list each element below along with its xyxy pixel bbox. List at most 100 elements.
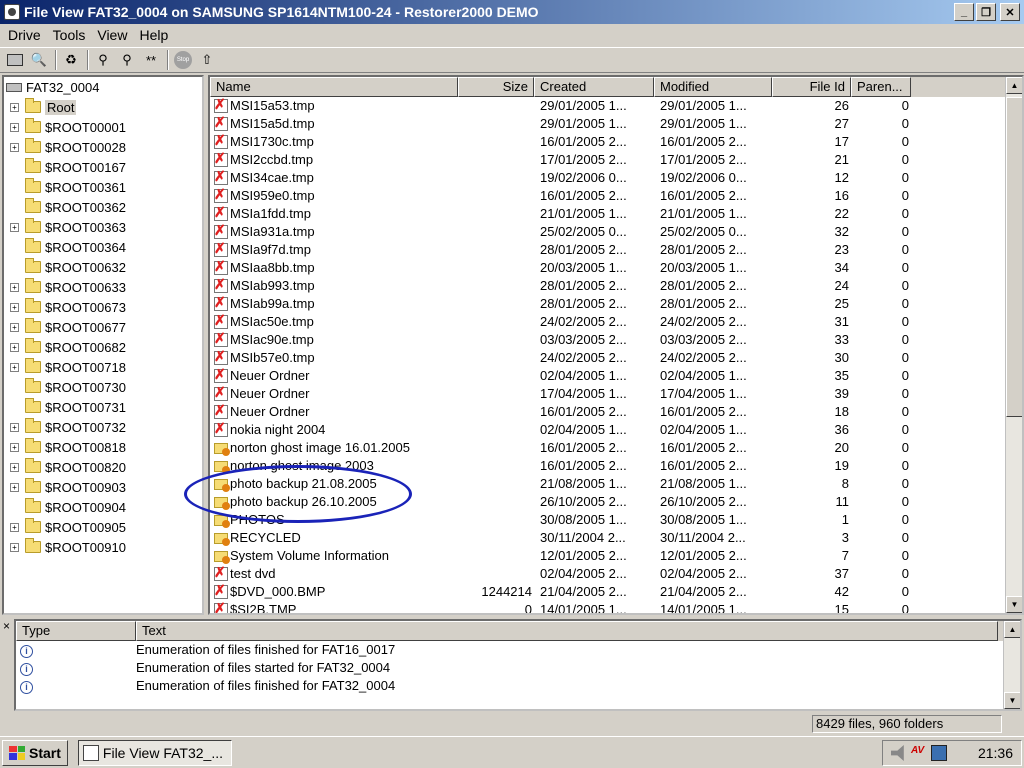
scroll-down-button[interactable]: ▼ <box>1006 596 1022 613</box>
table-row[interactable]: ✗ MSI34cae.tmp 19/02/2006 0... 19/02/2006 0… <box>210 169 1022 187</box>
table-row[interactable]: ✗ MSI15a5d.tmp 29/01/2005 1... 29/01/2005 1… <box>210 115 1022 133</box>
tree-item[interactable]: $ROOT00904 <box>4 497 202 517</box>
tree-item[interactable]: + $ROOT00718 <box>4 357 202 377</box>
table-row[interactable]: ✗ Neuer Ordner 17/04/2005 1... 17/04/2005 1… <box>210 385 1022 403</box>
table-row[interactable]: norton ghost image 16.01.2005 16/01/2005 … <box>210 439 1022 457</box>
table-row[interactable]: ✗ MSI959e0.tmp 16/01/2005 2... 16/01/2005 2… <box>210 187 1022 205</box>
file-list[interactable]: Name Size Created Modified File Id Paren… <box>208 75 1024 615</box>
table-row[interactable]: photo backup 26.10.2005 26/10/2005 2... 26… <box>210 493 1022 511</box>
taskbar-item-file-view[interactable]: File View FAT32_... <box>77 739 232 766</box>
log-scroll-down-button[interactable]: ▼ <box>1004 692 1020 709</box>
table-row[interactable]: ✗ nokia night 2004 02/04/2005 1... 02/04/20… <box>210 421 1022 439</box>
table-row[interactable]: ✗ MSIa931a.tmp 25/02/2005 0... 25/02/2005 0… <box>210 223 1022 241</box>
log-close-icon[interactable]: × <box>3 619 10 633</box>
expand-icon[interactable]: + <box>10 222 19 232</box>
tree-item[interactable]: + $ROOT00677 <box>4 317 202 337</box>
log-row[interactable]: i Enumeration of files finished for FAT32… <box>16 677 1020 695</box>
expand-icon[interactable]: + <box>10 542 19 552</box>
close-button[interactable]: ✕ <box>1000 3 1020 21</box>
scan-icon[interactable]: 🔍 <box>28 49 50 71</box>
start-button[interactable]: Start <box>2 739 68 766</box>
table-row[interactable]: ✗ Neuer Ordner 02/04/2005 1... 02/04/2005 1… <box>210 367 1022 385</box>
table-row[interactable]: ✗ MSIaa8bb.tmp 20/03/2005 1... 20/03/2005 1… <box>210 259 1022 277</box>
expand-icon[interactable]: + <box>10 482 19 492</box>
tree-item[interactable]: + Root <box>4 97 202 117</box>
table-row[interactable]: ✗ MSIa1fdd.tmp 21/01/2005 1... 21/01/2005 1… <box>210 205 1022 223</box>
maximize-button[interactable]: ❐ <box>976 3 996 21</box>
table-row[interactable]: ✗ MSIac50e.tmp 24/02/2005 2... 24/02/2005 2… <box>210 313 1022 331</box>
tree-item[interactable]: $ROOT00730 <box>4 377 202 397</box>
log-row[interactable]: i Enumeration of files started for FAT32_… <box>16 659 1020 677</box>
up-folder-icon[interactable]: ⇧ <box>196 49 218 71</box>
binoculars-icon[interactable]: ⚲ <box>92 49 114 71</box>
table-row[interactable]: ✗ MSIb57e0.tmp 24/02/2005 2... 24/02/2005 2… <box>210 349 1022 367</box>
table-row[interactable]: System Volume Information 12/01/2005 2...… <box>210 547 1022 565</box>
table-row[interactable]: photo backup 21.08.2005 21/08/2005 1... 21… <box>210 475 1022 493</box>
log-row[interactable]: i Enumeration of files finished for FAT16… <box>16 641 1020 659</box>
tree-item[interactable]: $ROOT00167 <box>4 157 202 177</box>
menu-drive[interactable]: Drive <box>2 27 47 43</box>
table-row[interactable]: ✗ MSIab99a.tmp 28/01/2005 2... 28/01/2005 2… <box>210 295 1022 313</box>
tree-item[interactable]: + $ROOT00363 <box>4 217 202 237</box>
tree-item[interactable]: + $ROOT00673 <box>4 297 202 317</box>
table-row[interactable]: RECYCLED 30/11/2004 2... 30/11/2004 2... 3 0 <box>210 529 1022 547</box>
tree-item[interactable]: $ROOT00731 <box>4 397 202 417</box>
scroll-thumb[interactable] <box>1006 97 1022 417</box>
table-row[interactable]: ✗ test dvd 02/04/2005 2... 02/04/2005 2... 3… <box>210 565 1022 583</box>
table-row[interactable]: ✗ MSIab993.tmp 28/01/2005 2... 28/01/2005 2… <box>210 277 1022 295</box>
log-scrollbar[interactable]: ▲ ▼ <box>1003 621 1020 709</box>
column-size[interactable]: Size <box>458 77 534 97</box>
tree-item[interactable]: $ROOT00364 <box>4 237 202 257</box>
tree-item[interactable]: + $ROOT00820 <box>4 457 202 477</box>
table-row[interactable]: ✗ MSI2ccbd.tmp 17/01/2005 2... 17/01/2005 2… <box>210 151 1022 169</box>
menu-tools[interactable]: Tools <box>47 27 92 43</box>
menu-help[interactable]: Help <box>133 27 174 43</box>
log-column-text[interactable]: Text <box>136 621 998 641</box>
column-created[interactable]: Created <box>534 77 654 97</box>
table-row[interactable]: ✗ $SI2B.TMP 0 14/01/2005 1... 14/01/2005 1..… <box>210 601 1022 613</box>
tree-item[interactable]: $ROOT00361 <box>4 177 202 197</box>
expand-icon[interactable]: + <box>10 342 19 352</box>
tree-item[interactable]: + $ROOT00905 <box>4 517 202 537</box>
table-row[interactable]: ✗ Neuer Ordner 16/01/2005 2... 16/01/2005 2… <box>210 403 1022 421</box>
scroll-up-button[interactable]: ▲ <box>1006 77 1022 94</box>
tree-drive-item[interactable]: FAT32_0004 <box>4 77 202 97</box>
column-file-id[interactable]: File Id <box>772 77 851 97</box>
column-modified[interactable]: Modified <box>654 77 772 97</box>
find-mask-icon[interactable]: ** <box>140 49 162 71</box>
expand-icon[interactable]: + <box>10 302 19 312</box>
tree-item[interactable]: $ROOT00632 <box>4 257 202 277</box>
tree-item[interactable]: + $ROOT00028 <box>4 137 202 157</box>
expand-icon[interactable]: + <box>10 462 19 472</box>
table-row[interactable]: ✗ MSIa9f7d.tmp 28/01/2005 2... 28/01/2005 2… <box>210 241 1022 259</box>
tree-item[interactable]: + $ROOT00001 <box>4 117 202 137</box>
minimize-button[interactable]: _ <box>954 3 974 21</box>
table-row[interactable]: norton ghost image 2003 16/01/2005 2... 16… <box>210 457 1022 475</box>
column-parent[interactable]: Paren... <box>851 77 911 97</box>
folder-tree[interactable]: FAT32_0004 + Root + $ROOT00001 + $ROOT00028 $R… <box>2 75 204 615</box>
expand-icon[interactable]: + <box>10 322 19 332</box>
tree-item[interactable]: + $ROOT00633 <box>4 277 202 297</box>
table-row[interactable]: ✗ $DVD_000.BMP 1244214 21/04/2005 2... 21/04… <box>210 583 1022 601</box>
expand-icon[interactable]: + <box>10 522 19 532</box>
menu-view[interactable]: View <box>91 27 133 43</box>
expand-icon[interactable]: + <box>10 422 19 432</box>
tree-item[interactable]: $ROOT00362 <box>4 197 202 217</box>
expand-icon[interactable]: + <box>10 282 19 292</box>
antivirus-icon[interactable]: AV <box>911 745 927 761</box>
speaker-icon[interactable] <box>891 745 904 761</box>
tree-item[interactable]: + $ROOT00732 <box>4 417 202 437</box>
table-row[interactable]: ✗ MSI15a53.tmp 29/01/2005 1... 29/01/2005 1… <box>210 97 1022 115</box>
tree-item[interactable]: + $ROOT00910 <box>4 537 202 557</box>
expand-icon[interactable]: + <box>10 102 19 112</box>
tree-item[interactable]: + $ROOT00682 <box>4 337 202 357</box>
expand-icon[interactable]: + <box>10 142 19 152</box>
log-scroll-up-button[interactable]: ▲ <box>1004 621 1020 638</box>
tree-item[interactable]: + $ROOT00818 <box>4 437 202 457</box>
expand-icon[interactable]: + <box>10 442 19 452</box>
tree-item[interactable]: + $ROOT00903 <box>4 477 202 497</box>
file-list-scrollbar[interactable]: ▲ ▼ <box>1005 77 1022 613</box>
log-column-type[interactable]: Type <box>16 621 136 641</box>
column-name[interactable]: Name <box>210 77 458 97</box>
find-next-icon[interactable]: ⚲ <box>116 49 138 71</box>
